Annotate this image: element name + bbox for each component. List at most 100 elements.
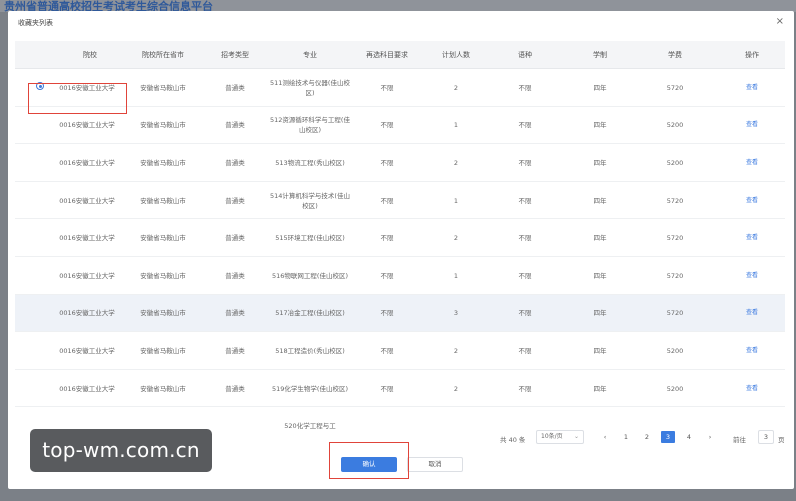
pagination-total: 共 40 条 [500, 436, 526, 444]
modal-title: 收藏夹列表 [18, 19, 53, 27]
close-icon[interactable]: × [776, 16, 784, 28]
column-header-plan: 计划人数 [442, 51, 470, 59]
view-link[interactable]: 查看 [732, 144, 772, 182]
cell-city: 安徽省马鞍山市 [140, 346, 186, 355]
page-button-2[interactable]: 2 [640, 431, 654, 443]
column-header-fee: 学费 [668, 51, 682, 59]
table-row[interactable]: 0016安徽工业大学 安徽省马鞍山市 普通类 515环境工程(佳山校区) 不限 2 不限 四年… [15, 219, 785, 257]
cell-fee: 5720 [666, 83, 684, 92]
table-row[interactable]: 520化学工程与工 [15, 407, 785, 429]
cancel-button[interactable]: 取消 [407, 457, 463, 472]
cell-years: 四年 [593, 196, 607, 205]
cell-lang: 不限 [518, 83, 532, 92]
view-link[interactable]: 查看 [732, 182, 772, 220]
cell-years: 四年 [593, 309, 607, 318]
view-link[interactable]: 查看 [732, 69, 772, 107]
table-row[interactable]: 0016安徽工业大学 安徽省马鞍山市 普通类 517冶金工程(佳山校区) 不限 3 不限 四年… [15, 294, 785, 333]
cell-years: 四年 [593, 158, 607, 167]
column-header-type: 招考类型 [221, 51, 249, 59]
cell-lang: 不限 [518, 121, 532, 130]
table-row[interactable]: 0016安徽工业大学 安徽省马鞍山市 普通类 512资源循环科学与工程(佳山校区) 不限… [15, 106, 785, 145]
table-row[interactable]: 0016安徽工业大学 安徽省马鞍山市 普通类 516物联网工程(佳山校区) 不限 1 不限 四… [15, 257, 785, 295]
cell-school: 0016安徽工业大学 [59, 158, 115, 167]
cell-fee: 5200 [666, 121, 684, 130]
cell-city: 安徽省马鞍山市 [140, 158, 186, 167]
cell-city: 安徽省马鞍山市 [140, 121, 186, 130]
view-link[interactable]: 查看 [732, 295, 772, 333]
cell-major: 514计算机科学与技术(佳山校区) [270, 191, 350, 210]
cell-major: 520化学工程与工 [284, 422, 336, 429]
page-suffix: 页 [778, 436, 785, 444]
cell-type: 普通类 [225, 83, 245, 92]
table-row[interactable]: 0016安徽工业大学 安徽省马鞍山市 普通类 519化学生物学(佳山校区) 不限 2 不限 四… [15, 369, 785, 408]
cell-years: 四年 [593, 83, 607, 92]
cell-years: 四年 [593, 271, 607, 280]
cell-req: 不限 [380, 271, 394, 280]
page-button-3[interactable]: 3 [661, 431, 675, 443]
column-header-years: 学制 [593, 51, 607, 59]
cell-school: 0016安徽工业大学 [59, 271, 115, 280]
view-link[interactable] [732, 407, 772, 429]
cell-city: 安徽省马鞍山市 [140, 309, 186, 318]
cell-major: 513物流工程(秀山校区) [275, 158, 345, 167]
cell-req: 不限 [380, 121, 394, 130]
view-link[interactable]: 查看 [732, 370, 772, 408]
page-size-select[interactable]: 10条/页 ⌄ [536, 430, 584, 444]
column-header-major: 专业 [303, 51, 317, 59]
cell-req: 不限 [380, 384, 394, 393]
cell-plan: 2 [453, 234, 459, 243]
table-header: 院校 院校所在省市 招考类型 专业 再选科目要求 计划人数 语种 学制 学费 操… [15, 41, 785, 69]
cell-type: 普通类 [225, 158, 245, 167]
page-button-4[interactable]: 4 [682, 431, 696, 443]
cell-city: 安徽省马鞍山市 [140, 384, 186, 393]
cell-fee: 5720 [666, 196, 684, 205]
goto-page-input[interactable]: 3 [758, 430, 774, 444]
confirm-button[interactable]: 确认 [341, 457, 397, 472]
view-link[interactable]: 查看 [732, 332, 772, 370]
view-link[interactable]: 查看 [732, 107, 772, 145]
cell-city: 安徽省马鞍山市 [140, 83, 186, 92]
cell-req: 不限 [380, 83, 394, 92]
cell-lang [505, 407, 545, 429]
view-link[interactable]: 查看 [732, 219, 772, 257]
cell-fee [655, 407, 695, 429]
cell-lang: 不限 [518, 234, 532, 243]
page-button-1[interactable]: 1 [619, 431, 633, 443]
cell-years: 四年 [593, 384, 607, 393]
cell-type [210, 407, 260, 429]
view-link[interactable]: 查看 [732, 257, 772, 295]
cell-type: 普通类 [225, 309, 245, 318]
cell-plan: 1 [453, 121, 459, 130]
cell-type: 普通类 [225, 271, 245, 280]
cell-years: 四年 [593, 234, 607, 243]
table-row[interactable]: 0016安徽工业大学 安徽省马鞍山市 普通类 518工程造价(秀山校区) 不限 2 不限 四年… [15, 332, 785, 370]
cell-major: 518工程造价(秀山校区) [275, 346, 345, 355]
table-row[interactable]: 0016安徽工业大学 安徽省马鞍山市 普通类 513物流工程(秀山校区) 不限 2 不限 四年… [15, 144, 785, 182]
cell-school: 0016安徽工业大学 [59, 83, 115, 92]
cell-major: 515环境工程(佳山校区) [275, 234, 345, 243]
cell-fee: 5200 [666, 158, 684, 167]
next-page-icon[interactable]: › [703, 431, 717, 443]
cell-school: 0016安徽工业大学 [59, 384, 115, 393]
cell-type: 普通类 [225, 346, 245, 355]
cell-city: 安徽省马鞍山市 [140, 271, 186, 280]
cell-plan: 1 [453, 196, 459, 205]
cell-school: 0016安徽工业大学 [59, 309, 115, 318]
row-radio[interactable] [36, 82, 44, 90]
cell-school: 0016安徽工业大学 [59, 346, 115, 355]
prev-page-icon[interactable]: ‹ [598, 431, 612, 443]
favorites-modal: 收藏夹列表 × 院校 院校所在省市 招考类型 专业 再选科目要求 计划人数 语种… [8, 11, 794, 489]
cell-type: 普通类 [225, 384, 245, 393]
table-row[interactable]: 0016安徽工业大学 安徽省马鞍山市 普通类 511测绘技术与仪器(佳山校区) 不限 2 不… [15, 69, 785, 107]
cell-fee: 5720 [666, 309, 684, 318]
cell-fee: 5200 [666, 346, 684, 355]
cell-lang: 不限 [518, 271, 532, 280]
cell-years: 四年 [593, 121, 607, 130]
cell-req [355, 407, 419, 429]
cell-school: 0016安徽工业大学 [59, 234, 115, 243]
cell-plan: 2 [453, 346, 459, 355]
column-header-language: 语种 [518, 51, 532, 59]
table-row[interactable]: 0016安徽工业大学 安徽省马鞍山市 普通类 514计算机科学与技术(佳山校区) 不限 1… [15, 181, 785, 220]
cell-school: 0016安徽工业大学 [59, 121, 115, 130]
cell-type: 普通类 [225, 121, 245, 130]
